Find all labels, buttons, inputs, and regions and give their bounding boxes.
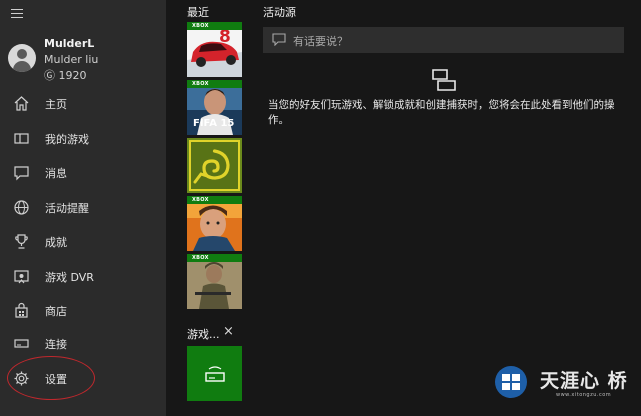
sidebar-item-label: 设置	[45, 373, 67, 386]
sidebar-item-label: 主页	[45, 98, 67, 111]
sidebar: MulderL Mulder liu Ⓖ 1920 主页 我的游戏 消息 活动提…	[0, 0, 166, 416]
hamburger-menu-icon[interactable]	[11, 6, 27, 20]
game-dvr-tile[interactable]	[187, 346, 242, 401]
sidebar-item-label: 连接	[45, 338, 67, 351]
watermark-url: www.xitongzu.com	[556, 392, 612, 398]
xbox-badge-label: XBOX	[192, 81, 209, 87]
empty-feed-message: 当您的好友们玩游戏、解锁成就和创建捕获时，您将会在此处看到他们的操作。	[268, 99, 615, 126]
activity-feed-title: 活动源	[263, 6, 296, 19]
xbox-badge: XBOX	[187, 22, 242, 30]
tile-caption: FIFA 15	[193, 118, 234, 129]
real-name: Mulder liu	[44, 53, 99, 66]
sidebar-item-messages[interactable]: 消息	[0, 158, 166, 186]
close-icon[interactable]: ×	[223, 324, 234, 339]
xbox-badge-label: XBOX	[192, 23, 209, 29]
store-icon	[15, 302, 28, 318]
recent-game-tile-hero[interactable]: XBOX	[187, 196, 242, 251]
post-placeholder: 有话要说？	[293, 35, 348, 48]
sidebar-item-label: 我的游戏	[45, 133, 89, 146]
conversation-icon	[432, 69, 456, 91]
profile-card[interactable]: MulderL Mulder liu Ⓖ 1920	[0, 36, 166, 82]
xbox-badge: XBOX	[187, 80, 242, 88]
soldier-game-artwork	[187, 254, 242, 309]
sidebar-item-home[interactable]: 主页	[0, 89, 166, 117]
watermark-text: 天涯心 桥	[540, 370, 628, 392]
sidebar-item-activity[interactable]: 活动提醒	[0, 193, 166, 221]
xbox-badge: XBOX	[187, 196, 242, 204]
sidebar-item-label: 消息	[45, 167, 67, 180]
recent-title: 最近	[187, 6, 209, 19]
asphalt-8-artwork: 8	[187, 22, 242, 77]
fifa-15-artwork: FIFA 15	[187, 80, 242, 135]
xbox-badge-label: XBOX	[192, 197, 209, 203]
recent-game-tile-naruto[interactable]	[187, 138, 242, 193]
sidebar-item-label: 成就	[45, 236, 67, 249]
post-input[interactable]: 有话要说？	[263, 27, 624, 53]
watermark-logo	[495, 366, 527, 398]
sidebar-item-label: 游戏 DVR	[45, 271, 94, 284]
sidebar-item-achievements[interactable]: 成就	[0, 227, 166, 255]
messages-icon	[14, 166, 29, 181]
gamerscore: Ⓖ 1920	[44, 69, 87, 82]
gamertag: MulderL	[44, 37, 95, 50]
recent-game-tile-asphalt[interactable]: 8 XBOX	[187, 22, 242, 77]
connect-icon	[14, 339, 29, 348]
my-games-icon	[14, 133, 29, 144]
recent-game-tile-soldier[interactable]: XBOX	[187, 254, 242, 309]
globe-icon	[14, 200, 29, 215]
sidebar-item-label: 商店	[45, 305, 67, 318]
tile-caption: 8	[219, 27, 231, 47]
trophy-icon	[15, 234, 28, 249]
sidebar-item-my-games[interactable]: 我的游戏	[0, 124, 166, 152]
sidebar-item-settings[interactable]: 设置	[0, 364, 166, 392]
games-panel-title: 游戏...	[187, 328, 220, 341]
sidebar-item-connect[interactable]: 连接	[0, 329, 166, 357]
leaf-symbol-artwork	[187, 138, 242, 193]
xbox-badge: XBOX	[187, 254, 242, 262]
hero-game-artwork	[187, 196, 242, 251]
sidebar-item-game-dvr[interactable]: 游戏 DVR	[0, 262, 166, 290]
dvr-icon	[14, 270, 29, 284]
avatar	[8, 44, 36, 72]
sidebar-item-store[interactable]: 商店	[0, 296, 166, 324]
sidebar-item-label: 活动提醒	[45, 202, 89, 215]
comment-icon	[272, 33, 286, 46]
recent-game-tile-fifa[interactable]: FIFA 15 XBOX	[187, 80, 242, 135]
xbox-badge-label: XBOX	[192, 255, 209, 261]
gear-icon	[14, 371, 29, 386]
console-icon	[205, 366, 225, 382]
home-icon	[14, 96, 29, 111]
